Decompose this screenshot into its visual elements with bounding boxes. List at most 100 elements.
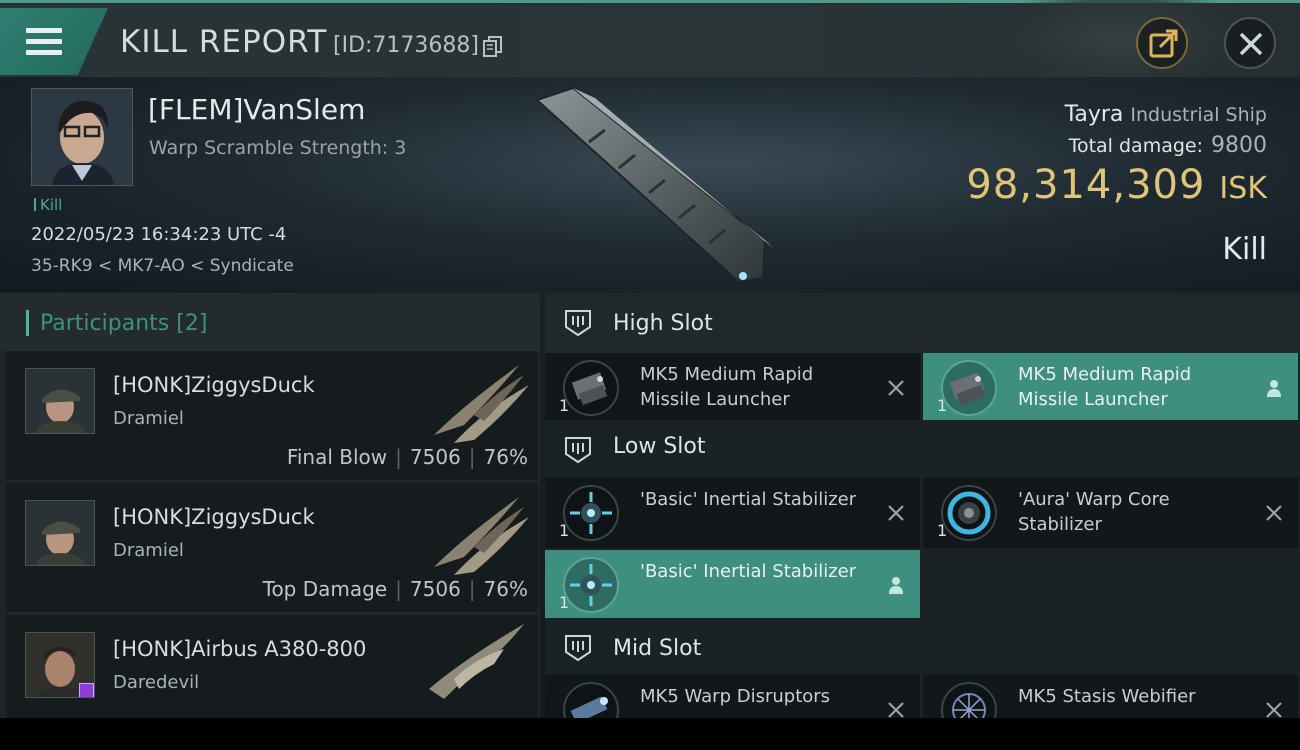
module-quantity: 1 bbox=[937, 396, 948, 415]
share-button[interactable] bbox=[1136, 17, 1188, 69]
kill-report-screen: KILL REPORT [ID:7173688] [FLEM]VanSlem W… bbox=[0, 0, 1300, 718]
kill-tag: Kill bbox=[34, 196, 62, 214]
participant-damage: 7506 bbox=[409, 445, 461, 469]
participant-row[interactable]: [HONK]ZiggysDuck Dramiel Top Damage | 7506… bbox=[6, 483, 538, 612]
module-item[interactable]: 1 MK5 Medium Rapid Missile Launcher bbox=[923, 353, 1298, 423]
participant-stats: Final Blow | 7506 | 76% bbox=[287, 445, 528, 469]
participant-role: Top Damage bbox=[262, 577, 388, 601]
participant-stats: Top Damage | 7506 | 76% bbox=[263, 577, 528, 601]
dropped-person-icon bbox=[889, 577, 903, 594]
participants-header: Participants [2] bbox=[0, 293, 540, 351]
module-name: MK5 Medium Rapid Missile Launcher bbox=[640, 364, 814, 410]
module-name: MK5 Medium Rapid Missile Launcher bbox=[1018, 364, 1192, 410]
kill-location[interactable]: 35-RK9 < MK7-AO < Syndicate bbox=[31, 256, 294, 276]
participant-role: Final Blow bbox=[286, 445, 388, 469]
ship-class: Industrial Ship bbox=[1130, 104, 1267, 126]
participant-ship-image[interactable] bbox=[424, 487, 534, 577]
participant-ship-image[interactable] bbox=[424, 619, 534, 709]
bottom-bar bbox=[0, 718, 1300, 750]
module-item[interactable]: 1 'Basic' Inertial Stabilizer bbox=[545, 550, 920, 620]
stats-separator: | bbox=[468, 577, 476, 601]
menu-icon bbox=[26, 28, 62, 33]
page-title: KILL REPORT bbox=[120, 24, 328, 60]
low-slot-label: Low Slot bbox=[613, 434, 706, 459]
menu-button[interactable] bbox=[0, 8, 108, 75]
total-damage-label: Total damage: bbox=[1068, 135, 1203, 157]
stats-separator: | bbox=[395, 577, 402, 601]
participant-ship: Daredevil bbox=[113, 672, 200, 693]
module-item[interactable]: 1 MK5 Medium Rapid Missile Launcher bbox=[545, 353, 920, 423]
slot-icon bbox=[565, 310, 591, 337]
participant-row[interactable]: [HONK]ZiggysDuck Dramiel Final Blow | 7506… bbox=[6, 351, 538, 480]
avatar[interactable] bbox=[25, 500, 95, 566]
avatar[interactable] bbox=[25, 632, 95, 698]
isk-value: 98,314,309 ISK bbox=[966, 162, 1267, 208]
participant-name[interactable]: [HONK]ZiggysDuck bbox=[113, 373, 315, 397]
module-quantity: 1 bbox=[559, 521, 570, 540]
module-name: MK5 Warp Disruptors bbox=[640, 686, 831, 707]
slot-icon bbox=[565, 635, 591, 662]
stats-separator: | bbox=[468, 445, 476, 469]
kill-tag-label: Kill bbox=[40, 196, 63, 214]
inertial-stabilizer-icon bbox=[563, 557, 619, 613]
low-slot-header: Low Slot bbox=[545, 420, 1300, 480]
victim-avatar[interactable] bbox=[31, 88, 133, 186]
avatar[interactable] bbox=[25, 368, 95, 434]
participant-name[interactable]: [HONK]Airbus A380-800 bbox=[113, 637, 366, 661]
participant-row[interactable]: [HONK]Airbus A380-800 Daredevil bbox=[6, 615, 538, 718]
module-name: MK5 Stasis Webifier bbox=[1018, 686, 1196, 707]
warp-core-stabilizer-icon bbox=[941, 485, 997, 541]
destroyed-x-icon bbox=[888, 380, 904, 396]
destroyed-x-icon bbox=[1266, 505, 1282, 521]
menu-icon-bar bbox=[26, 39, 62, 44]
participants-title: Participants [2] bbox=[40, 311, 207, 336]
module-item[interactable]: MK5 Warp Disruptors bbox=[545, 675, 920, 718]
module-name: 'Basic' Inertial Stabilizer bbox=[640, 489, 857, 510]
stasis-webifier-icon bbox=[941, 682, 997, 718]
participant-percent: 76% bbox=[483, 577, 528, 601]
section-marker bbox=[26, 310, 29, 336]
high-slot-label: High Slot bbox=[613, 311, 713, 336]
destroyed-x-icon bbox=[888, 505, 904, 521]
inertial-stabilizer-icon bbox=[563, 485, 619, 541]
total-damage-value: 9800 bbox=[1211, 133, 1267, 158]
menu-icon-bar bbox=[26, 50, 62, 55]
module-quantity: 1 bbox=[559, 396, 570, 415]
victim-ship-name[interactable]: Tayra Industrial Ship bbox=[1065, 102, 1267, 127]
module-name: 'Basic' Inertial Stabilizer bbox=[640, 561, 857, 582]
header: KILL REPORT [ID:7173688] bbox=[0, 0, 1300, 93]
module-quantity: 1 bbox=[559, 593, 570, 612]
isk-unit: ISK bbox=[1219, 171, 1267, 206]
module-item[interactable]: MK5 Stasis Webifier bbox=[923, 675, 1298, 718]
module-item[interactable]: 1 'Aura' Warp Core Stabilizer bbox=[923, 478, 1298, 548]
mid-slot-header: Mid Slot bbox=[545, 618, 1300, 678]
participant-name[interactable]: [HONK]ZiggysDuck bbox=[113, 505, 315, 529]
participant-ship-image[interactable] bbox=[424, 355, 534, 445]
isk-amount: 98,314,309 bbox=[966, 162, 1206, 208]
total-damage: Total damage: 9800 bbox=[1069, 133, 1267, 158]
participant-ship: Dramiel bbox=[113, 540, 184, 561]
victim-ship-image[interactable] bbox=[525, 80, 785, 290]
ship-name: Tayra bbox=[1064, 102, 1124, 127]
kill-type: Kill bbox=[1222, 232, 1267, 267]
missile-launcher-icon bbox=[563, 360, 619, 416]
copy-icon[interactable] bbox=[483, 36, 503, 58]
participants-count: [2] bbox=[176, 311, 208, 336]
fitting-panel: High Slot 1 MK5 Medium Rapid Missile Lau… bbox=[545, 293, 1300, 718]
participant-damage: 7506 bbox=[409, 577, 461, 601]
destroyed-x-icon bbox=[888, 702, 904, 718]
destroyed-x-icon bbox=[1266, 702, 1282, 718]
victim-name[interactable]: [FLEM]VanSlem bbox=[148, 93, 365, 126]
participant-ship: Dramiel bbox=[113, 408, 184, 429]
status-badge bbox=[79, 683, 94, 697]
warp-disruptor-icon bbox=[563, 682, 619, 718]
high-slot-header: High Slot bbox=[545, 293, 1300, 353]
kill-timestamp: 2022/05/23 16:34:23 UTC -4 bbox=[31, 224, 287, 245]
dropped-person-icon bbox=[1267, 380, 1281, 397]
module-name: 'Aura' Warp Core Stabilizer bbox=[1018, 489, 1170, 535]
participants-panel: Participants [2] [HONK]ZiggysDuck Dramie… bbox=[0, 293, 540, 718]
mid-slot-label: Mid Slot bbox=[613, 636, 702, 661]
missile-launcher-icon bbox=[941, 360, 997, 416]
close-button[interactable] bbox=[1224, 17, 1276, 69]
module-item[interactable]: 1 'Basic' Inertial Stabilizer bbox=[545, 478, 920, 548]
